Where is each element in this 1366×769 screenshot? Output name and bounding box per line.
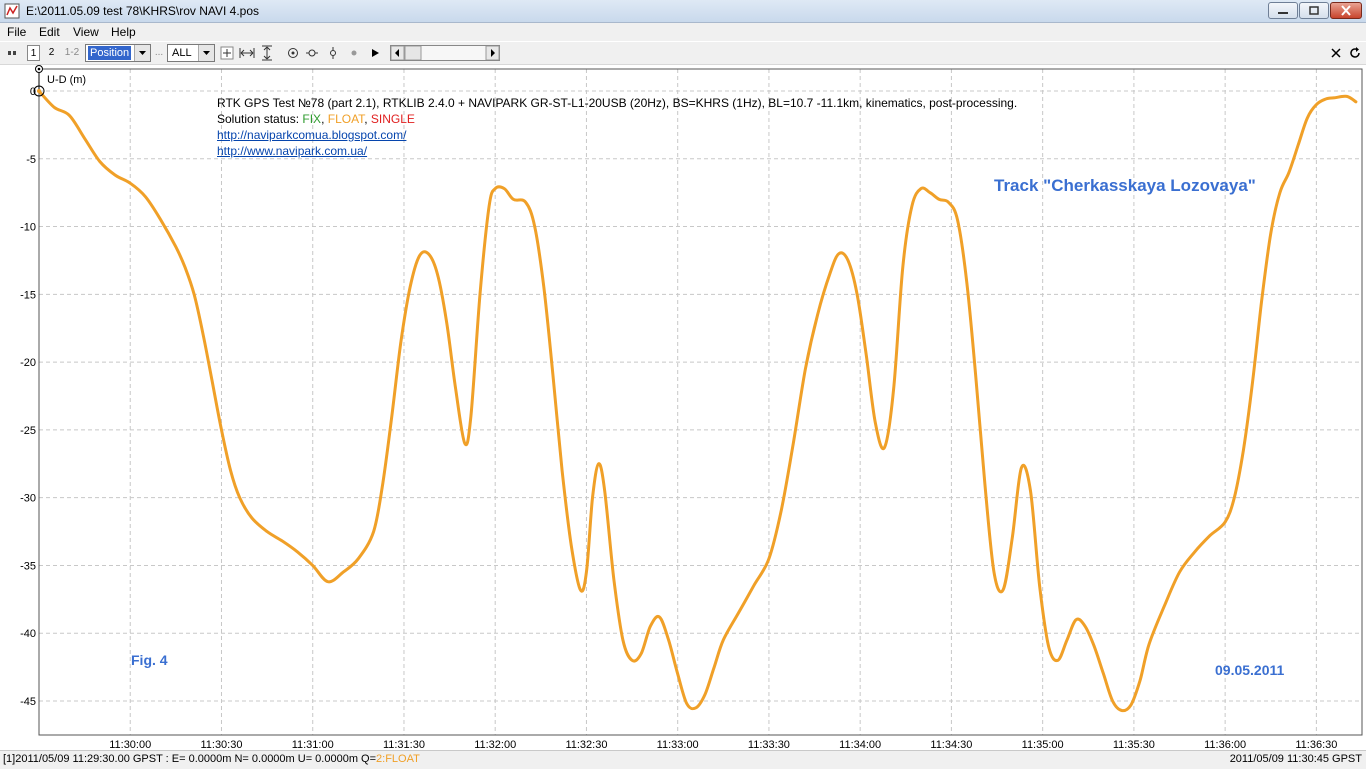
x-tick-label: 11:34:30 xyxy=(930,739,972,750)
y-tick-label: -10 xyxy=(20,222,36,234)
x-tick-label: 11:35:30 xyxy=(1113,739,1155,750)
menu-view[interactable]: View xyxy=(73,25,99,39)
x-tick-label: 11:34:00 xyxy=(839,739,881,750)
fit-center-icon[interactable] xyxy=(220,45,234,61)
minimize-button[interactable] xyxy=(1268,2,1298,19)
y-axis: 0-5-10-15-20-25-30-35-40-45 xyxy=(20,86,36,708)
website-link[interactable]: http://www.navipark.com.ua/ xyxy=(217,144,367,158)
menu-file[interactable]: File xyxy=(7,25,26,39)
status-float: FLOAT xyxy=(327,112,365,126)
show-point-icon[interactable] xyxy=(326,45,340,61)
close-icon[interactable] xyxy=(1329,45,1343,61)
x-tick-label: 11:33:30 xyxy=(748,739,790,750)
y-tick-label: -30 xyxy=(20,493,36,505)
blog-link[interactable]: http://naviparkcomua.blogspot.com/ xyxy=(217,128,406,142)
menu-help[interactable]: Help xyxy=(111,25,136,39)
comma: , xyxy=(364,112,371,126)
x-tick-label: 11:35:00 xyxy=(1022,739,1064,750)
y-axis-label: U-D (m) xyxy=(47,74,86,86)
play-icon[interactable] xyxy=(369,45,381,61)
plot-area[interactable]: 0 -5 -10 -15 -20 -25 -30 -35 -40 -45 11:30:00 11:3… xyxy=(0,65,1366,751)
x-tick-label: 11:32:30 xyxy=(565,739,607,750)
satellite-filter-value: ALL xyxy=(172,47,192,59)
figure-label: Fig. 4 xyxy=(131,652,168,668)
y-tick-label: -45 xyxy=(20,696,36,708)
satellite-filter-select[interactable]: ALL xyxy=(167,44,215,62)
x-tick-label: 11:31:00 xyxy=(292,739,334,750)
status-fix: FIX xyxy=(302,112,322,126)
solution-status-label: Solution status: xyxy=(217,112,303,126)
y-tick-label: -40 xyxy=(20,628,36,640)
title-bar: E:\2011.05.09 test 78\KHRS\rov NAVI 4.po… xyxy=(0,0,1366,23)
x-tick-label: 11:30:00 xyxy=(109,739,151,750)
grid xyxy=(39,69,1362,735)
track-title: Track "Cherkasskaya Lozovaya" xyxy=(994,176,1256,195)
y-tick-label: -5 xyxy=(26,154,36,166)
solution-1-2-button[interactable]: 1-2 xyxy=(63,45,81,61)
status-bar: [1]2011/05/09 11:29:30.00 GPST : E= 0.00… xyxy=(0,750,1366,769)
status-solution-text: [1]2011/05/09 11:29:30.00 GPST : E= 0.00… xyxy=(3,753,377,765)
x-tick-label: 11:31:30 xyxy=(383,739,425,750)
y-tick-label: -25 xyxy=(20,425,36,437)
dot-icon[interactable] xyxy=(348,45,360,61)
x-tick-label: 11:36:30 xyxy=(1295,739,1337,750)
plot-type-value: Position xyxy=(88,46,132,60)
chevron-down-icon xyxy=(134,45,150,61)
y-tick-label: -35 xyxy=(20,560,36,572)
comma: , xyxy=(321,112,328,126)
menu-edit[interactable]: Edit xyxy=(39,25,60,39)
x-tick-label: 11:30:30 xyxy=(200,739,242,750)
toolbar: 1 2 1-2 Position ... ALL xyxy=(0,42,1366,65)
position-plot[interactable]: 0-5-10-15-20-25-30-35-40-45 11:30:00 11:3… xyxy=(0,65,1366,751)
plot-header: RTK GPS Test №78 (part 2.1), RTKLIB 2.4.… xyxy=(217,96,1018,110)
status-quality: 2:FLOAT xyxy=(376,753,420,765)
close-button[interactable] xyxy=(1330,2,1362,19)
refresh-icon[interactable] xyxy=(1348,45,1362,61)
plot-frame xyxy=(38,68,1363,736)
status-time: 2011/05/09 11:30:45 GPST xyxy=(1229,753,1362,765)
y-tick-label: -20 xyxy=(20,357,36,369)
date-label: 09.05.2011 xyxy=(1215,662,1285,678)
time-scrollbar[interactable] xyxy=(390,45,500,61)
x-tick-label: 11:33:00 xyxy=(657,739,699,750)
x-tick-label: 11:32:00 xyxy=(474,739,516,750)
x-tick-label: 11:36:00 xyxy=(1204,739,1246,750)
fit-vertical-icon[interactable] xyxy=(260,45,274,61)
status-solution-info: [1]2011/05/09 11:29:30.00 GPST : E= 0.00… xyxy=(3,753,420,765)
separator: ... xyxy=(154,47,164,58)
solution-1-button[interactable]: 1 xyxy=(27,45,40,61)
chevron-down-icon xyxy=(198,45,214,61)
x-axis: 11:30:00 11:30:30 11:31:00 11:31:30 11:32:00… xyxy=(109,739,1337,751)
center-origin-icon[interactable] xyxy=(286,45,300,61)
fit-horizontal-icon[interactable] xyxy=(239,45,255,61)
y-tick-label: -15 xyxy=(20,289,36,301)
window-title: E:\2011.05.09 test 78\KHRS\rov NAVI 4.po… xyxy=(26,4,260,18)
grip-icon xyxy=(8,51,16,55)
plot-type-select[interactable]: Position xyxy=(85,44,151,62)
maximize-button[interactable] xyxy=(1299,2,1329,19)
menu-bar: File Edit View Help xyxy=(0,23,1366,41)
app-icon xyxy=(4,3,20,19)
solution-2-button[interactable]: 2 xyxy=(45,45,58,61)
show-track-icon[interactable] xyxy=(305,45,319,61)
solution-status-line: Solution status: FIX, FLOAT, SINGLE xyxy=(217,112,415,126)
status-single: SINGLE xyxy=(370,112,415,126)
